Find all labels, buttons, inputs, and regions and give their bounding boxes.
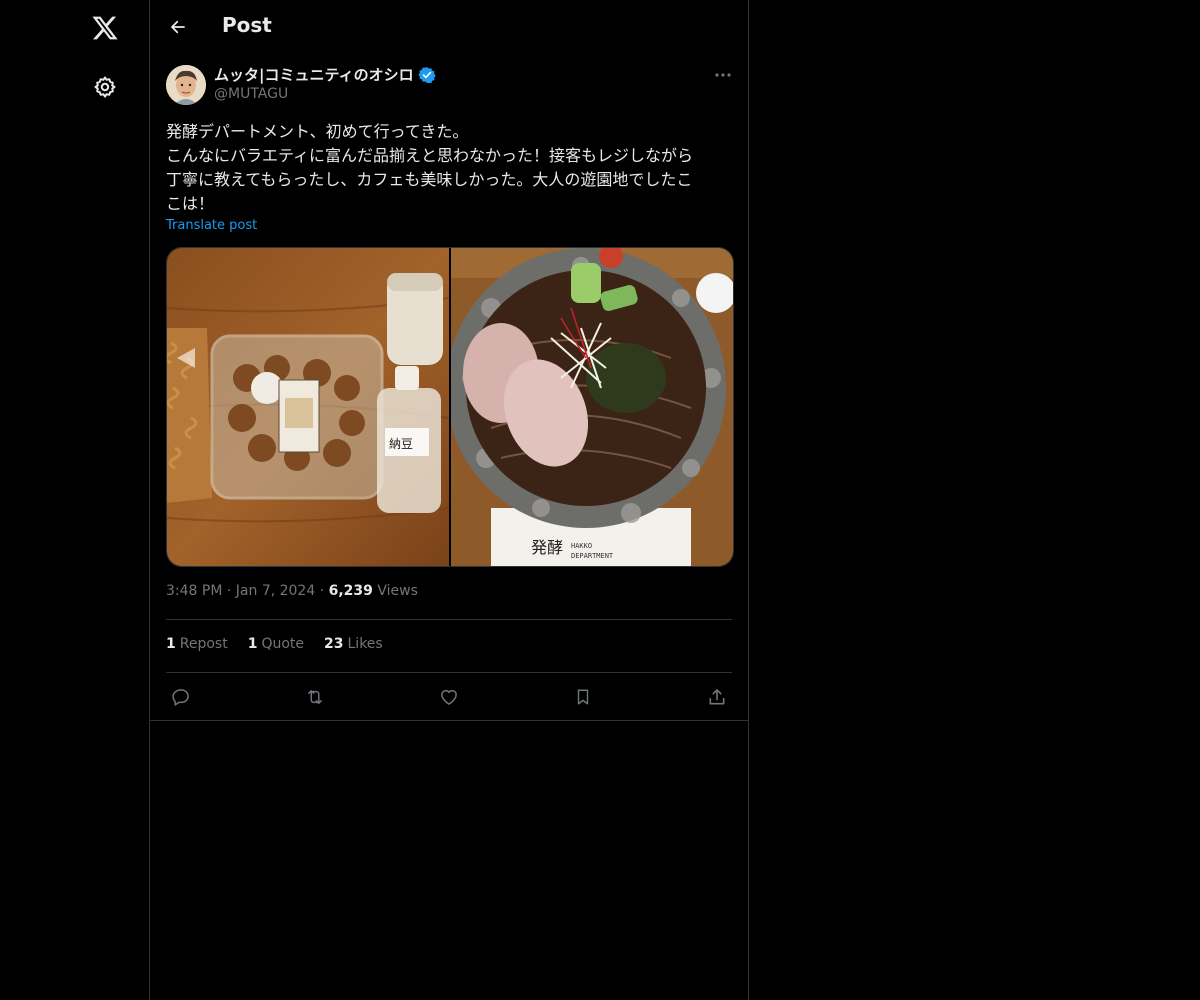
bookmark-icon <box>577 689 589 705</box>
views-label: Views <box>377 583 418 599</box>
reposts-stat[interactable]: 1 Repost <box>166 636 228 652</box>
bookmark-button[interactable] <box>568 684 598 710</box>
share-icon <box>709 689 725 705</box>
top-bar: Post <box>150 0 748 54</box>
svg-text:HAKKO: HAKKO <box>571 542 592 550</box>
quotes-label: Quote <box>261 636 305 652</box>
repost-icon <box>308 690 322 704</box>
post-image-fermented-products[interactable]: 納豆 <box>167 248 449 566</box>
left-nav-rail <box>0 0 149 1000</box>
share-button[interactable] <box>702 684 732 710</box>
likes-label: Likes <box>347 636 383 652</box>
translate-post-link[interactable]: Translate post <box>166 218 257 233</box>
likes-stat[interactable]: 23 Likes <box>324 636 383 652</box>
post-text-line: 丁寧に教えてもらったし、カフェも美味しかった。大人の遊園地でしたこ <box>166 170 693 189</box>
post-text-line: 発酵デパートメント、初めて行ってきた。 <box>166 122 469 141</box>
post-text: 発酵デパートメント、初めて行ってきた。 こんなにバラエティに富んだ品揃えと思わな… <box>166 120 732 216</box>
action-bar <box>166 684 732 710</box>
verified-badge-icon <box>417 66 436 83</box>
heart-icon <box>441 690 457 705</box>
reply-button[interactable] <box>166 684 196 710</box>
reply-icon <box>172 689 189 706</box>
quotes-count: 1 <box>247 636 258 652</box>
avatar-image <box>166 65 206 105</box>
engagement-stats: 1 Repost 1 Quote 23 Likes <box>166 636 383 652</box>
page-title: Post <box>222 13 272 37</box>
post-text-line: こんなにバラエティに富んだ品揃えと思わなかった！接客もレジしながら <box>166 146 694 165</box>
post-meta: 3:48 PM · Jan 7, 2024 · 6,239 Views <box>166 583 418 599</box>
reposts-count: 1 <box>166 636 176 652</box>
reposts-label: Repost <box>179 636 228 652</box>
meta-separator: · <box>226 583 236 599</box>
gear-icon <box>94 76 116 98</box>
divider <box>166 619 732 620</box>
repost-button[interactable] <box>300 684 330 710</box>
post-image-soba-bowl[interactable]: 発酵 HAKKO DEPARTMENT <box>451 248 733 566</box>
divider <box>150 720 748 721</box>
author-name-text: ムッタ|コミュニティのオシロ <box>214 66 414 84</box>
settings-button[interactable] <box>85 67 125 107</box>
arrow-left-icon <box>171 20 185 34</box>
likes-count: 23 <box>324 636 344 652</box>
post-text-line: こは！ <box>166 194 215 213</box>
author-name[interactable]: ムッタ|コミュニティのオシロ <box>214 64 436 85</box>
svg-text:発酵: 発酵 <box>531 538 563 557</box>
views-count: 6,239 <box>328 583 373 599</box>
more-horizontal-icon <box>715 73 731 77</box>
quotes-stat[interactable]: 1 Quote <box>248 636 304 652</box>
divider <box>166 672 732 673</box>
like-button[interactable] <box>434 684 464 710</box>
more-options-button[interactable] <box>708 64 738 86</box>
post-time[interactable]: 3:48 PM <box>166 583 222 599</box>
avatar[interactable] <box>166 65 206 105</box>
back-button[interactable] <box>162 10 194 44</box>
x-logo-button[interactable] <box>85 8 125 48</box>
svg-text:DEPARTMENT: DEPARTMENT <box>571 552 614 560</box>
x-logo-icon <box>92 16 118 40</box>
media-grid: 納豆 発酵 HAKKO DEPARTMENT <box>166 247 734 567</box>
author-handle[interactable]: @MUTAGU <box>214 86 288 102</box>
svg-text:納豆: 納豆 <box>389 437 413 451</box>
meta-separator: · <box>319 583 329 599</box>
main-column: Post ムッタ|コミュニティのオシロ @MUTAGU 発酵デパートメント、初め… <box>149 0 749 1000</box>
post-date[interactable]: Jan 7, 2024 <box>236 583 315 599</box>
